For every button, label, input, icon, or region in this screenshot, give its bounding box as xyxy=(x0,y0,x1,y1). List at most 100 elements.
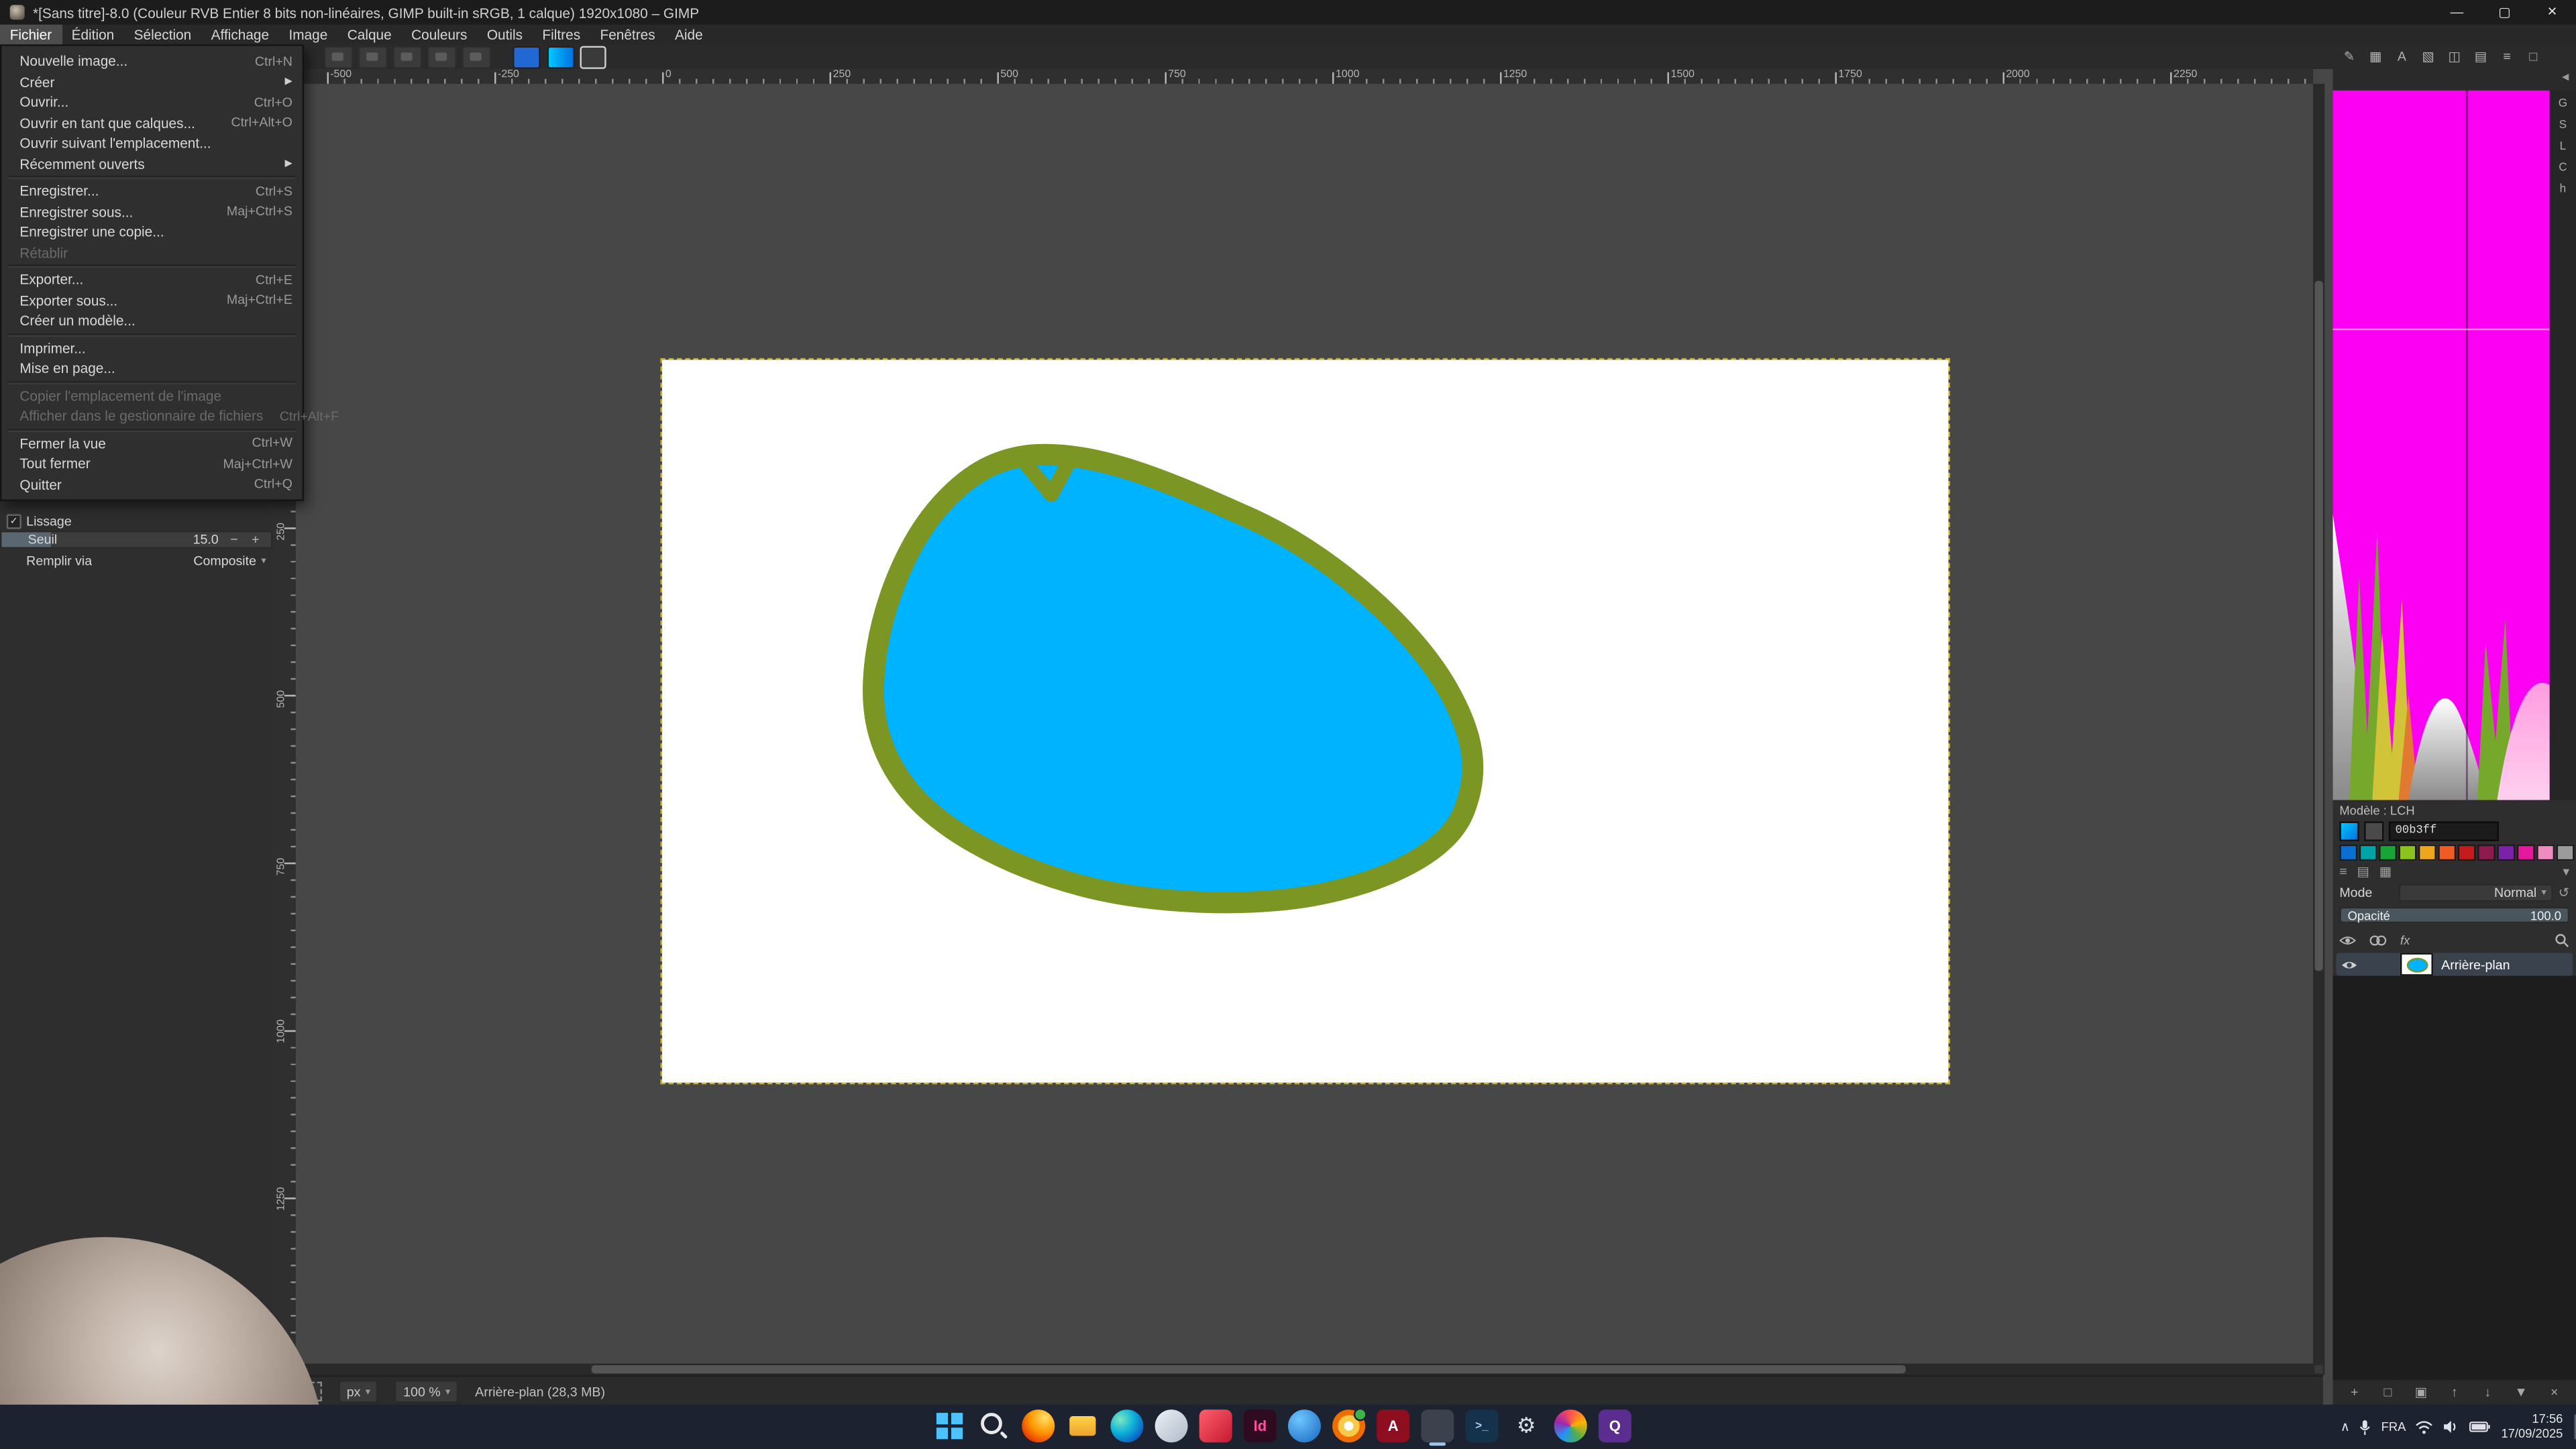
file-menu-item-11[interactable]: Exporter sous...Maj+Ctrl+E xyxy=(1,290,302,311)
file-menu-item-3[interactable]: Ouvrir en tant que calques...Ctrl+Alt+O xyxy=(1,113,302,133)
fg-color-swatch[interactable] xyxy=(513,46,541,69)
menubar-item-fenêtres[interactable]: Fenêtres xyxy=(590,25,665,44)
palette-swatch-6[interactable] xyxy=(2458,845,2476,861)
bucket-fill-tool-icon[interactable] xyxy=(392,46,422,69)
navigation-button[interactable] xyxy=(2313,1364,2324,1375)
channel-button-G[interactable]: G xyxy=(2559,99,2567,110)
palette-swatch-5[interactable] xyxy=(2438,845,2456,861)
gradient-swatch[interactable] xyxy=(547,46,576,69)
menubar-item-calque[interactable]: Calque xyxy=(337,25,401,44)
palette-swatch-11[interactable] xyxy=(2557,845,2575,861)
palette-option-icon-0[interactable]: ≡ xyxy=(2339,864,2347,879)
visibility-column-icon[interactable] xyxy=(2339,934,2355,945)
dock-tab-icon-4[interactable]: ◫ xyxy=(2445,49,2464,64)
threshold-increase-button[interactable]: + xyxy=(248,532,263,547)
layer-thumbnail[interactable] xyxy=(2400,953,2433,975)
file-menu-item-14[interactable]: Mise en page... xyxy=(1,358,302,379)
photoshop-icon[interactable] xyxy=(1288,1409,1321,1442)
file-menu-item-13[interactable]: Imprimer... xyxy=(1,337,302,358)
unit-dropdown[interactable]: px ▾ xyxy=(338,1380,378,1403)
layer-visible-icon[interactable] xyxy=(2341,959,2357,970)
move-tool-icon[interactable] xyxy=(323,46,353,69)
eyedropper-icon[interactable] xyxy=(2364,821,2383,841)
q-app-icon[interactable]: Q xyxy=(1599,1409,1631,1442)
gradient-tool-icon[interactable] xyxy=(427,46,457,69)
duplicate-layer-button[interactable]: ▣ xyxy=(2411,1385,2430,1399)
menubar-item-image[interactable]: Image xyxy=(279,25,337,44)
acrobat-icon[interactable]: A xyxy=(1377,1409,1409,1442)
mode-switch-button[interactable]: ↺ xyxy=(2559,885,2569,900)
vertical-scrollbar[interactable] xyxy=(2313,84,2324,1364)
menubar-item-sélection[interactable]: Sélection xyxy=(124,25,201,44)
dock-tab-icon-3[interactable]: ▧ xyxy=(2418,49,2438,64)
menubar-item-fichier[interactable]: Fichier xyxy=(0,25,62,44)
palette-swatch-2[interactable] xyxy=(2379,845,2397,861)
clock[interactable]: 17:56 17/09/2025 xyxy=(2501,1413,2563,1441)
menubar-item-affichage[interactable]: Affichage xyxy=(201,25,279,44)
file-menu-item-18[interactable]: Tout fermerMaj+Ctrl+W xyxy=(1,453,302,474)
palette-swatch-4[interactable] xyxy=(2418,845,2436,861)
lower-layer-button[interactable]: ↓ xyxy=(2478,1385,2498,1399)
palette-swatch-7[interactable] xyxy=(2477,845,2496,861)
dock-tab-icon-0[interactable]: ✎ xyxy=(2339,49,2359,64)
dock-tab-icon-7[interactable]: □ xyxy=(2524,49,2543,64)
speaker-icon[interactable] xyxy=(2444,1419,2460,1434)
file-menu-item-10[interactable]: Exporter...Ctrl+E xyxy=(1,270,302,290)
horizontal-scrollbar-thumb[interactable] xyxy=(592,1365,1906,1373)
file-menu-item-6[interactable]: Enregistrer...Ctrl+S xyxy=(1,180,302,201)
palette-option-icon-1[interactable]: ▤ xyxy=(2357,864,2369,879)
tray-chevron-up-icon[interactable]: ∧ xyxy=(2341,1419,2350,1434)
palette-swatch-1[interactable] xyxy=(2359,845,2377,861)
menubar-item-filtres[interactable]: Filtres xyxy=(533,25,590,44)
browser-icon[interactable] xyxy=(1332,1409,1365,1442)
channel-button-C[interactable]: C xyxy=(2559,162,2567,174)
vertical-scrollbar-thumb[interactable] xyxy=(2315,281,2323,971)
menubar-item-couleurs[interactable]: Couleurs xyxy=(401,25,477,44)
effects-column-icon[interactable]: fx xyxy=(2400,932,2410,947)
microphone-icon[interactable] xyxy=(2360,1419,2371,1435)
wifi-icon[interactable] xyxy=(2416,1420,2434,1434)
indesign-icon[interactable]: Id xyxy=(1244,1409,1277,1442)
canvas-area[interactable] xyxy=(296,84,2313,1364)
file-menu-item-12[interactable]: Créer un modèle... xyxy=(1,311,302,331)
raise-layer-button[interactable]: ↑ xyxy=(2445,1385,2464,1399)
palette-swatch-8[interactable] xyxy=(2497,845,2515,861)
dock-collapse-button[interactable]: ◄ xyxy=(2560,72,2571,84)
channel-button-L[interactable]: L xyxy=(2560,142,2567,153)
file-menu-item-0[interactable]: Nouvelle image...Ctrl+N xyxy=(1,51,302,72)
dock-tab-icon-6[interactable]: ≡ xyxy=(2497,49,2516,64)
channel-button-h[interactable]: h xyxy=(2560,184,2567,195)
search-icon[interactable] xyxy=(2555,932,2569,947)
file-menu-item-8[interactable]: Enregistrer une copie... xyxy=(1,222,302,243)
copilot-icon[interactable] xyxy=(1155,1409,1188,1442)
start-button[interactable] xyxy=(933,1409,966,1442)
language-indicator[interactable]: FRA xyxy=(2381,1419,2406,1434)
menubar-item-outils[interactable]: Outils xyxy=(477,25,533,44)
dock-tab-icon-2[interactable]: A xyxy=(2392,49,2412,64)
minimize-button[interactable]: — xyxy=(2433,0,2481,25)
palette-swatch-0[interactable] xyxy=(2339,845,2357,861)
firefox-icon[interactable] xyxy=(1022,1409,1055,1442)
dock-tab-icon-5[interactable]: ▤ xyxy=(2471,49,2490,64)
close-button[interactable]: × xyxy=(2528,0,2576,25)
hex-color-input[interactable]: 00b3ff xyxy=(2389,821,2499,841)
link-column-icon[interactable] xyxy=(2369,934,2387,945)
dock-tab-icon-1[interactable]: ▦ xyxy=(2366,49,2385,64)
new-group-button[interactable]: □ xyxy=(2378,1385,2398,1399)
fill-by-dropdown[interactable]: Composite ▾ xyxy=(193,553,266,568)
threshold-slider[interactable]: Seuil 15.0 − + xyxy=(0,531,273,549)
menubar-item-aide[interactable]: Aide xyxy=(665,25,712,44)
file-explorer-icon[interactable] xyxy=(1066,1409,1099,1442)
paintbrush-tool-icon[interactable] xyxy=(462,46,491,69)
palette-swatch-3[interactable] xyxy=(2399,845,2417,861)
file-menu-item-19[interactable]: QuitterCtrl+Q xyxy=(1,474,302,495)
file-menu-item-2[interactable]: Ouvrir...Ctrl+O xyxy=(1,92,302,113)
file-menu-item-5[interactable]: Récemment ouverts▶ xyxy=(1,154,302,174)
menubar-item-édition[interactable]: Édition xyxy=(62,25,124,44)
layer-row-background[interactable]: Arrière-plan xyxy=(2336,953,2573,975)
edge-icon[interactable] xyxy=(1111,1409,1144,1442)
palette-option-icon-2[interactable]: ▦ xyxy=(2379,864,2392,879)
antialias-checkbox[interactable]: ✓ xyxy=(7,515,21,529)
palette-swatch-10[interactable] xyxy=(2536,845,2555,861)
delete-layer-button[interactable]: × xyxy=(2544,1385,2564,1399)
